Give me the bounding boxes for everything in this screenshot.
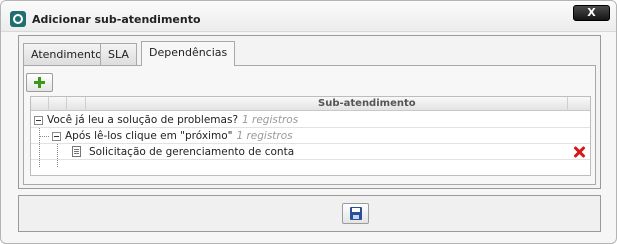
close-button[interactable]: X — [573, 5, 610, 21]
tree-row-content: Após lê-los clique em "próximo" 1 registr… — [65, 130, 293, 142]
add-button[interactable] — [26, 73, 53, 92]
collapse-toggle-icon[interactable] — [52, 132, 61, 141]
tab-atendimento[interactable]: Atendimento — [23, 43, 110, 66]
main-panel: Atendimento SLA Dependências Sub-atendim… — [18, 35, 601, 189]
tree-row[interactable]: Você já leu a solução de problemas? 1 reg… — [31, 112, 590, 128]
plus-icon — [34, 77, 45, 88]
tab-sla[interactable]: SLA — [100, 43, 137, 66]
tree-row-label: Você já leu a solução de problemas? — [47, 114, 239, 126]
footer-panel — [18, 195, 601, 232]
save-button[interactable] — [342, 203, 369, 224]
column-header-label: Sub-atendimento — [318, 98, 416, 109]
tab-content-dependencias: Sub-atendimento Você já leu a solução de… — [23, 65, 596, 185]
tree-row[interactable]: Solicitação de gerenciamento de conta — [31, 144, 590, 160]
document-icon — [72, 146, 81, 157]
delete-icon[interactable] — [573, 146, 585, 158]
dialog: Adicionar sub-atendimento X Atendimento … — [0, 0, 617, 244]
tree-row-label: Após lê-los clique em "próximo" — [65, 130, 233, 142]
tree-row-content: Você já leu a solução de problemas? 1 reg… — [47, 114, 298, 126]
grid-header: Sub-atendimento — [31, 97, 590, 111]
title-bar: Adicionar sub-atendimento X — [1, 1, 616, 32]
grid-header-cell — [49, 97, 67, 111]
grid-header-cell — [67, 97, 86, 111]
dialog-title: Adicionar sub-atendimento — [32, 13, 201, 26]
record-count: 1 registros — [242, 114, 299, 126]
record-count: 1 registros — [236, 130, 293, 142]
dependencies-grid: Sub-atendimento Você já leu a solução de… — [30, 96, 591, 176]
save-icon — [350, 207, 362, 220]
collapse-toggle-icon[interactable] — [34, 116, 43, 125]
app-logo-icon — [10, 11, 26, 27]
tab-dependencias[interactable]: Dependências — [141, 41, 236, 66]
tree-row[interactable]: Após lê-los clique em "próximo" 1 registr… — [31, 128, 590, 144]
grid-header-cell — [31, 97, 49, 111]
tree-row-label: Solicitação de gerenciamento de conta — [89, 146, 295, 158]
